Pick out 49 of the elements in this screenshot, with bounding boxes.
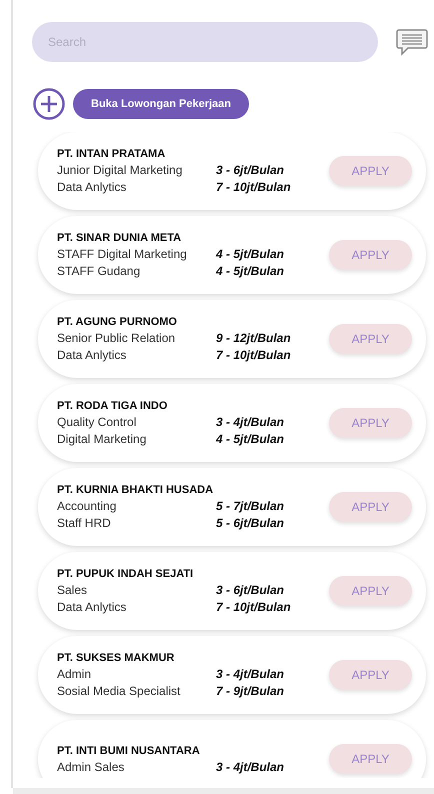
job-title: Staff HRD bbox=[57, 515, 112, 532]
apply-button[interactable]: APPLY bbox=[329, 744, 412, 774]
salary-text: 4 - 5jt/Bulan bbox=[216, 246, 284, 263]
salary-text: 3 - 6jt/Bulan bbox=[216, 582, 284, 599]
salary-text: 4 - 5jt/Bulan bbox=[216, 263, 284, 280]
apply-button[interactable]: APPLY bbox=[329, 240, 412, 270]
salary-text: 7 - 10jt/Bulan bbox=[216, 599, 291, 616]
company-name: PT. AGUNG PURNOMO bbox=[57, 315, 178, 330]
salary-text: 5 - 7jt/Bulan bbox=[216, 498, 284, 515]
job-title: Data Anlytics bbox=[57, 347, 128, 364]
company-name: PT. KURNIA BHAKTI HUSADA bbox=[57, 483, 214, 498]
job-title: Accounting bbox=[57, 498, 118, 515]
salary-text: 3 - 4jt/Bulan bbox=[216, 414, 284, 431]
salary-text: 4 - 5jt/Bulan bbox=[216, 431, 284, 448]
apply-button[interactable]: APPLY bbox=[329, 492, 412, 522]
company-name: PT. INTAN PRATAMA bbox=[57, 147, 166, 162]
job-title: Sosial Media Specialist bbox=[57, 683, 182, 700]
apply-button[interactable]: APPLY bbox=[329, 660, 412, 690]
company-name: PT. INTI BUMI NUSANTARA bbox=[57, 744, 201, 758]
apply-button[interactable]: APPLY bbox=[329, 408, 412, 438]
salary-text: 7 - 10jt/Bulan bbox=[216, 347, 291, 364]
company-name: PT. RODA TIGA INDO bbox=[57, 399, 168, 414]
apply-button[interactable]: APPLY bbox=[329, 576, 412, 606]
salary-text: 3 - 4jt/Bulan bbox=[216, 666, 284, 683]
job-title: Data Anlytics bbox=[57, 599, 128, 616]
salary-text: 3 - 4jt/Bulan bbox=[216, 758, 284, 776]
add-icon[interactable] bbox=[33, 88, 65, 120]
open-job-button[interactable]: Buka Lowongan Pekerjaan bbox=[73, 89, 249, 119]
job-title: Digital Marketing bbox=[57, 431, 148, 448]
salary-text: 7 - 9jt/Bulan bbox=[216, 683, 284, 700]
salary-text: 3 - 6jt/Bulan bbox=[216, 162, 284, 179]
job-title: Sales bbox=[57, 582, 88, 599]
apply-button[interactable]: APPLY bbox=[329, 156, 412, 186]
chat-icon[interactable] bbox=[396, 28, 428, 56]
job-title: Junior Digital Marketing bbox=[57, 162, 184, 179]
salary-text: 7 - 10jt/Bulan bbox=[216, 179, 291, 196]
company-name: PT. PUPUK INDAH SEJATI bbox=[57, 567, 194, 582]
apply-button[interactable]: APPLY bbox=[329, 324, 412, 354]
company-name: PT. SINAR DUNIA META bbox=[57, 231, 182, 246]
job-title: Admin Sales bbox=[57, 758, 126, 776]
job-title: STAFF Gudang bbox=[57, 263, 142, 280]
job-title: Quality Control bbox=[57, 414, 138, 431]
salary-text: 9 - 12jt/Bulan bbox=[216, 330, 291, 347]
job-title: STAFF Digital Marketing bbox=[57, 246, 188, 263]
job-title: Admin bbox=[57, 666, 92, 683]
job-title: Data Anlytics bbox=[57, 179, 128, 196]
salary-text: 5 - 6jt/Bulan bbox=[216, 515, 284, 532]
company-name: PT. SUKSES MAKMUR bbox=[57, 651, 176, 666]
job-title: Senior Public Relation bbox=[57, 330, 176, 347]
